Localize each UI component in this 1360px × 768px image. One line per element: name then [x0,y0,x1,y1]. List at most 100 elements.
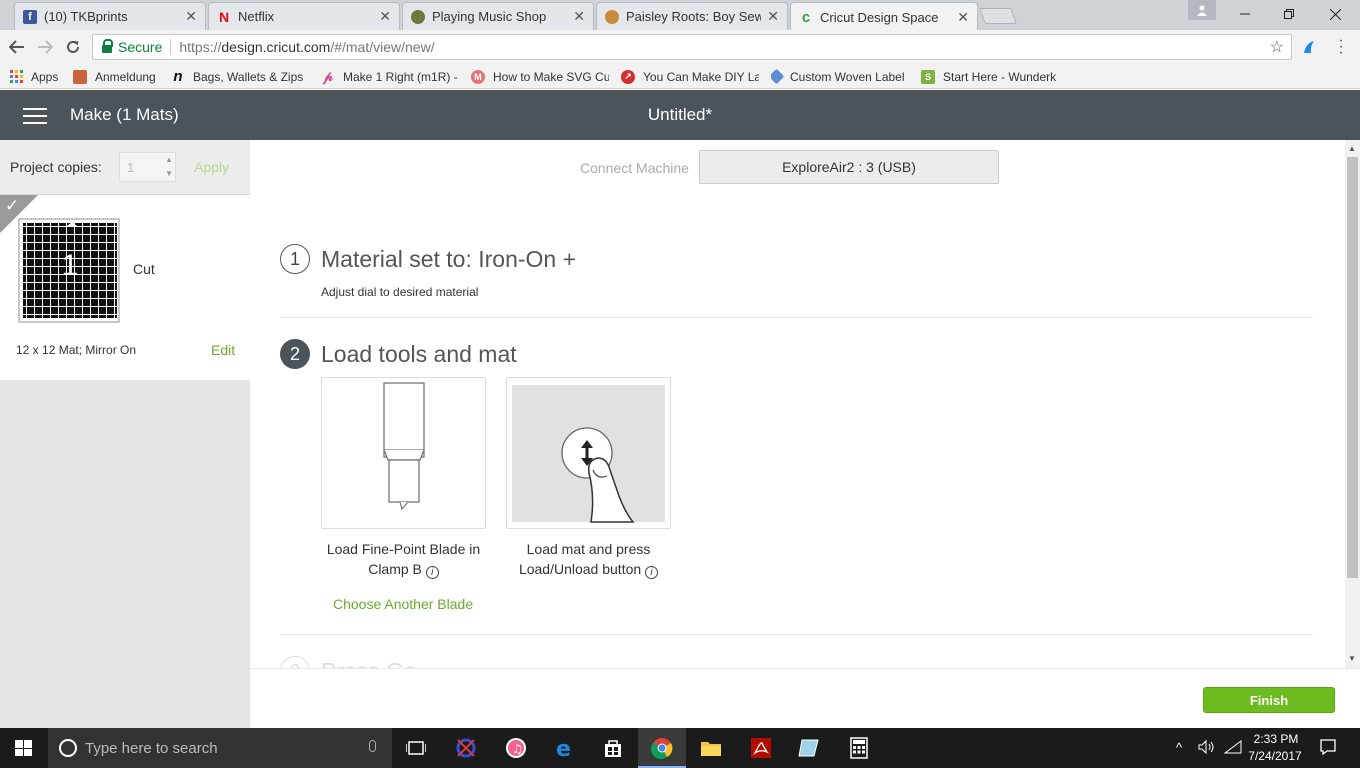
diamond-logo-icon [771,68,785,85]
bookmark-label: Anmeldung [95,69,156,84]
mat-thumbnail[interactable]: 1 [18,218,120,323]
scroll-thumb[interactable] [1347,157,1358,578]
spin-down-icon[interactable]: ▼ [165,169,173,178]
wifi-icon[interactable] [1223,740,1242,757]
bookmark-apps[interactable]: Apps [10,68,58,85]
finish-button[interactable]: Finish [1203,687,1335,713]
project-copies-bar: Project copies: 1 ▲ ▼ Apply [0,140,250,195]
bookmark-label: Custom Woven Label [790,69,905,84]
itunes-icon[interactable]: ♫ [505,737,527,759]
chrome-icon[interactable] [651,737,673,759]
tab-cricut-design-space[interactable]: c Cricut Design Space ✕ [790,2,978,31]
task-view-icon[interactable] [405,737,427,759]
microphone-icon[interactable] [369,740,376,752]
svg-text:e: e [556,737,571,759]
tab-title: Cricut Design Space [820,9,939,25]
apply-button[interactable]: Apply [194,159,229,175]
close-icon[interactable]: ✕ [957,9,969,26]
choose-another-blade-link[interactable]: Choose Another Blade [333,596,473,612]
mat-grid: 1 [23,222,117,318]
bookmark-how-to-make-svg[interactable]: M How to Make SVG Cu [471,68,609,85]
tray-expand-icon[interactable]: ^ [1176,740,1182,755]
mat-card[interactable]: ✓ 1 Cut 12 x 12 Mat; Mirror On Edit [0,195,250,380]
info-icon[interactable]: i [645,566,659,579]
tab-title: Netflix [238,9,275,24]
machine-select-button[interactable]: ExploreAir2 : 3 (USB) [699,150,999,184]
restore-icon[interactable] [1266,0,1312,28]
notes-app-icon[interactable] [798,737,820,759]
close-icon[interactable]: ✕ [767,8,779,25]
profile-icon[interactable] [1188,0,1216,20]
windows-taskbar: Type here to search ♫ e ^ 2:33 PM 7/24/2… [0,728,1360,768]
copies-value: 1 [127,160,135,175]
volume-icon[interactable] [1198,739,1216,757]
edge-icon[interactable]: e [554,737,576,759]
taskbar-search-input[interactable]: Type here to search [48,728,392,768]
cortana-icon [59,739,77,757]
new-tab-button[interactable] [979,8,1017,24]
url-prefix: https:// [179,39,222,55]
bookmarks-bar: Apps Anmeldung n Bags, Wallets & Zips 𝓅 … [0,64,1360,89]
step-1-title: Material set to: Iron-On + [321,246,577,272]
acrobat-icon[interactable] [750,737,772,759]
vertical-scrollbar[interactable]: ▲ ▼ [1345,140,1360,668]
tab-tkbprints[interactable]: f (10) TKBprints ✕ [14,2,206,30]
blade-tool-card [321,377,486,529]
browser-menu-icon[interactable]: · · · [1336,33,1346,61]
bookmark-star-icon[interactable]: ☆ [1270,37,1284,57]
forward-icon[interactable] [34,36,56,58]
avatar-icon [73,69,87,84]
cricut-icon: c [801,8,811,26]
bookmark-label: How to Make SVG Cu [493,69,609,84]
bookmark-label: Apps [31,69,59,84]
tab-title: (10) TKBprints [44,9,128,24]
clock-time[interactable]: 2:33 PM [1247,732,1305,746]
info-icon[interactable]: i [425,566,439,579]
back-icon[interactable] [6,36,28,58]
bookmark-start-here[interactable]: S Start Here - Wunderk [921,68,1061,85]
store-icon[interactable] [602,737,624,759]
make-steps-panel: Connect Machine ExploreAir2 : 3 (USB) 1 … [250,140,1345,668]
bookmark-diy-labels[interactable]: ↗ You Can Make DIY La [621,68,759,85]
m-logo-icon: M [471,69,485,84]
bookmark-custom-woven[interactable]: Custom Woven Label [771,68,909,85]
address-bar[interactable]: Secure https://design.cricut.com/#/mat/v… [92,34,1292,60]
browser-toolbar: Secure https://design.cricut.com/#/mat/v… [0,30,1360,64]
make-footer: Finish [250,668,1360,728]
spin-up-icon[interactable]: ▲ [165,155,173,164]
blog-icon [605,9,619,24]
window-close-icon[interactable] [1312,0,1358,28]
bookmark-make-1-right[interactable]: 𝓅 Make 1 Right (m1R) - [321,68,459,85]
lock-icon [102,39,113,53]
calculator-icon[interactable] [848,737,870,759]
svg-text:♫: ♫ [512,742,523,756]
document-title: Untitled* [647,105,713,124]
game-app-icon[interactable] [455,737,477,759]
clock-date[interactable]: 7/24/2017 [1244,749,1306,763]
extension-icon[interactable] [1302,40,1316,59]
bookmark-bags-wallets[interactable]: n Bags, Wallets & Zips [171,68,307,85]
close-icon[interactable]: ✕ [573,8,585,25]
close-icon[interactable]: ✕ [379,8,391,25]
tab-playing-music-shop[interactable]: Playing Music Shop ✕ [402,2,594,30]
tab-paisley-roots[interactable]: Paisley Roots: Boy Sewing ✕ [596,2,788,30]
file-explorer-icon[interactable] [700,737,722,759]
edit-mat-button[interactable]: Edit [211,342,235,358]
windows-start-icon[interactable] [15,740,32,756]
tab-title: Playing Music Shop [432,9,547,24]
project-copies-input[interactable]: 1 ▲ ▼ [119,152,176,182]
fine-point-blade-icon [383,382,425,511]
scroll-up-icon[interactable]: ▲ [1348,144,1356,153]
scroll-down-icon[interactable]: ▼ [1348,654,1356,663]
bookmark-anmeldung[interactable]: Anmeldung [73,68,163,85]
minimize-icon[interactable] [1222,0,1268,28]
reload-icon[interactable] [62,36,84,58]
notifications-icon[interactable] [1320,739,1336,758]
tab-netflix[interactable]: N Netflix ✕ [208,2,400,30]
step-1-subtitle: Adjust dial to desired material [321,285,479,299]
blade-tool-caption: Load Fine-Point Blade in Clamp B i [321,539,486,579]
browser-tab-strip: f (10) TKBprints ✕ N Netflix ✕ Playing M… [0,0,1360,31]
bookmark-label: Make 1 Right (m1R) - [343,69,458,84]
close-icon[interactable]: ✕ [185,8,197,25]
mat-sidebar: Project copies: 1 ▲ ▼ Apply ✓ 1 Cut 12 x… [0,140,250,728]
